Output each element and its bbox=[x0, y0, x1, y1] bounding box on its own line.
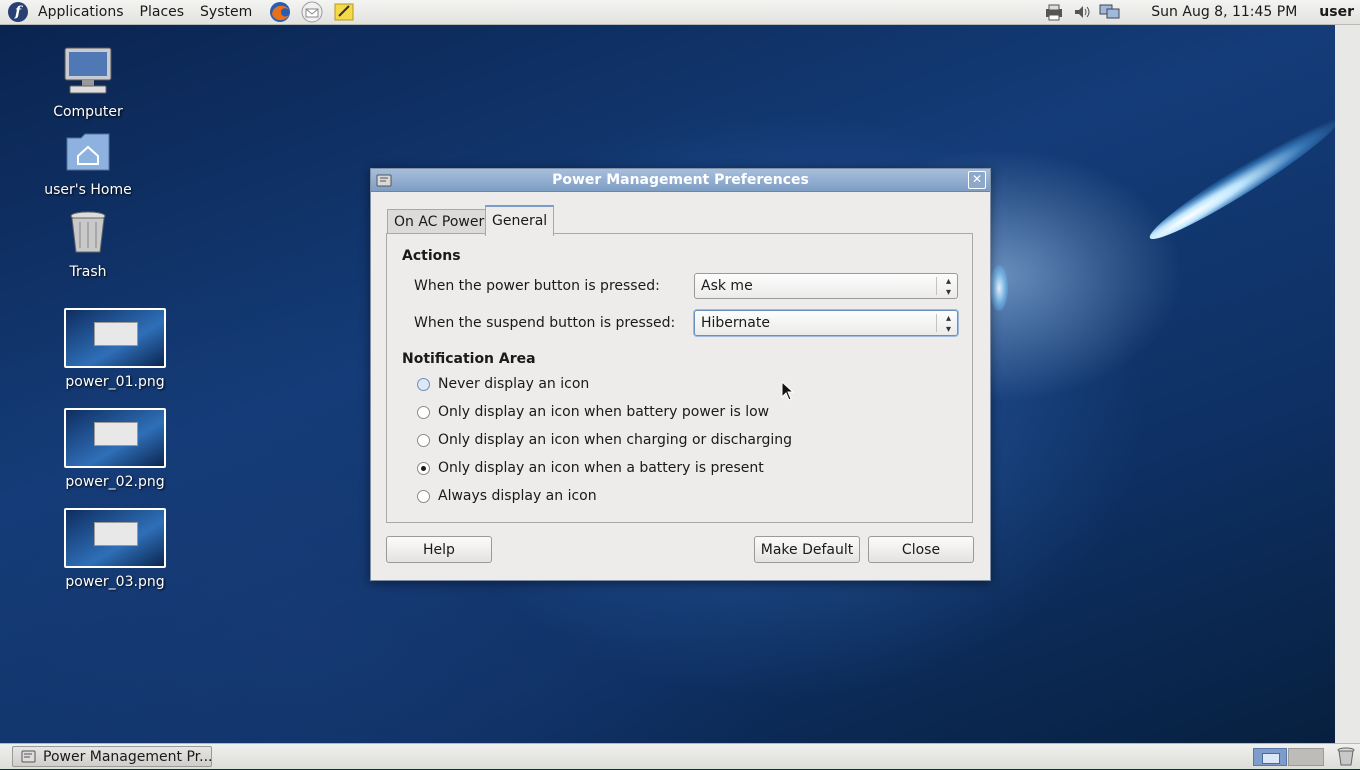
make-default-button[interactable]: Make Default bbox=[754, 536, 860, 563]
desktop-icon-label: Computer bbox=[53, 104, 123, 120]
radio-button-selected[interactable] bbox=[417, 461, 430, 475]
up-down-arrows-icon: ▴ ▾ bbox=[945, 313, 951, 335]
image-thumbnail bbox=[64, 508, 166, 568]
window-menu-icon[interactable] bbox=[376, 172, 392, 188]
clock[interactable]: Sun Aug 8, 11:45 PM bbox=[1151, 4, 1297, 20]
dialog-titlebar[interactable]: Power Management Preferences ✕ bbox=[371, 169, 990, 192]
power-management-dialog: Power Management Preferences ✕ On AC Pow… bbox=[370, 168, 991, 581]
desktop-icon-trash[interactable]: Trash bbox=[23, 210, 153, 280]
workspace-1[interactable] bbox=[1253, 748, 1287, 766]
combo-separator bbox=[936, 314, 937, 332]
printer-icon[interactable] bbox=[1043, 2, 1065, 22]
network-icon[interactable] bbox=[1099, 2, 1121, 22]
volume-icon[interactable] bbox=[1071, 2, 1093, 22]
radio-battery-present[interactable]: Only display an icon when a battery is p… bbox=[417, 457, 764, 479]
window-icon bbox=[21, 749, 36, 764]
radio-label: Only display an icon when charging or di… bbox=[438, 432, 792, 448]
combo-separator bbox=[936, 277, 937, 295]
fedora-logo-icon[interactable]: f bbox=[8, 2, 28, 22]
desktop-icon-power-01[interactable]: power_01.png bbox=[50, 308, 180, 390]
up-down-arrows-icon: ▴ ▾ bbox=[945, 276, 951, 298]
power-button-action-value: Ask me bbox=[701, 278, 753, 294]
menu-places[interactable]: Places bbox=[132, 4, 193, 20]
radio-label: Never display an icon bbox=[438, 376, 590, 392]
radio-button[interactable] bbox=[417, 377, 430, 391]
mouse-pointer-icon bbox=[781, 380, 795, 401]
desktop-icon-label: Trash bbox=[69, 264, 107, 280]
tab-panel-general: Actions When the power button is pressed… bbox=[386, 233, 973, 523]
user-menu[interactable]: user bbox=[1319, 4, 1354, 20]
bottom-panel: Power Management Pr... bbox=[0, 743, 1360, 769]
computer-icon bbox=[23, 46, 153, 100]
radio-battery-low[interactable]: Only display an icon when battery power … bbox=[417, 401, 769, 423]
mail-icon[interactable] bbox=[300, 1, 324, 23]
wallpaper-light-streak bbox=[1143, 110, 1335, 250]
power-button-action-select[interactable]: Ask me ▴ ▾ bbox=[694, 273, 958, 299]
radio-button[interactable] bbox=[417, 405, 430, 419]
notification-area-heading: Notification Area bbox=[402, 351, 536, 367]
radio-label: Only display an icon when battery power … bbox=[438, 404, 770, 420]
desktop-icon-power-03[interactable]: power_03.png bbox=[50, 508, 180, 590]
radio-never-display[interactable]: Never display an icon bbox=[417, 373, 589, 395]
trash-icon bbox=[23, 210, 153, 260]
radio-charging-discharging[interactable]: Only display an icon when charging or di… bbox=[417, 429, 792, 451]
radio-button[interactable] bbox=[417, 433, 430, 447]
taskbar-item-label: Power Management Pr... bbox=[43, 749, 212, 765]
tab-on-ac-power[interactable]: On AC Power bbox=[387, 209, 492, 234]
power-button-label: When the power button is pressed: bbox=[414, 278, 660, 294]
suspend-button-label: When the suspend button is pressed: bbox=[414, 315, 676, 331]
taskbar-item-power-management[interactable]: Power Management Pr... bbox=[12, 746, 212, 767]
desktop-icon-label: power_01.png bbox=[65, 374, 165, 390]
suspend-button-action-value: Hibernate bbox=[701, 315, 770, 331]
desktop-icon-home[interactable]: user's Home bbox=[23, 130, 153, 198]
image-thumbnail bbox=[64, 408, 166, 468]
desktop-icon-computer[interactable]: Computer bbox=[23, 46, 153, 120]
desktop-icon-label: power_03.png bbox=[65, 574, 165, 590]
top-panel: f Applications Places System Sun Aug 8, … bbox=[0, 0, 1360, 25]
radio-button[interactable] bbox=[417, 489, 430, 503]
radio-label: Always display an icon bbox=[438, 488, 597, 504]
radio-always-display[interactable]: Always display an icon bbox=[417, 485, 597, 507]
wallpaper-light-streak-small bbox=[990, 265, 1008, 311]
help-button[interactable]: Help bbox=[386, 536, 492, 563]
actions-heading: Actions bbox=[402, 248, 461, 264]
notes-icon[interactable] bbox=[332, 1, 356, 23]
close-button[interactable]: Close bbox=[868, 536, 974, 563]
firefox-icon[interactable] bbox=[268, 1, 292, 23]
close-icon[interactable]: ✕ bbox=[968, 171, 986, 189]
radio-label: Only display an icon when a battery is p… bbox=[438, 460, 764, 476]
dialog-title: Power Management Preferences bbox=[552, 172, 809, 188]
desktop-icon-power-02[interactable]: power_02.png bbox=[50, 408, 180, 490]
menu-applications[interactable]: Applications bbox=[30, 4, 132, 20]
menu-system[interactable]: System bbox=[192, 4, 260, 20]
tab-general[interactable]: General bbox=[485, 205, 555, 236]
trash-applet-icon[interactable] bbox=[1336, 746, 1356, 766]
workspace-2[interactable] bbox=[1288, 748, 1324, 766]
desktop-icon-label: user's Home bbox=[44, 182, 132, 198]
suspend-button-action-select[interactable]: Hibernate ▴ ▾ bbox=[694, 310, 958, 336]
home-folder-icon bbox=[23, 130, 153, 178]
desktop-right-edge bbox=[1335, 25, 1360, 743]
image-thumbnail bbox=[64, 308, 166, 368]
desktop-icon-label: power_02.png bbox=[65, 474, 165, 490]
